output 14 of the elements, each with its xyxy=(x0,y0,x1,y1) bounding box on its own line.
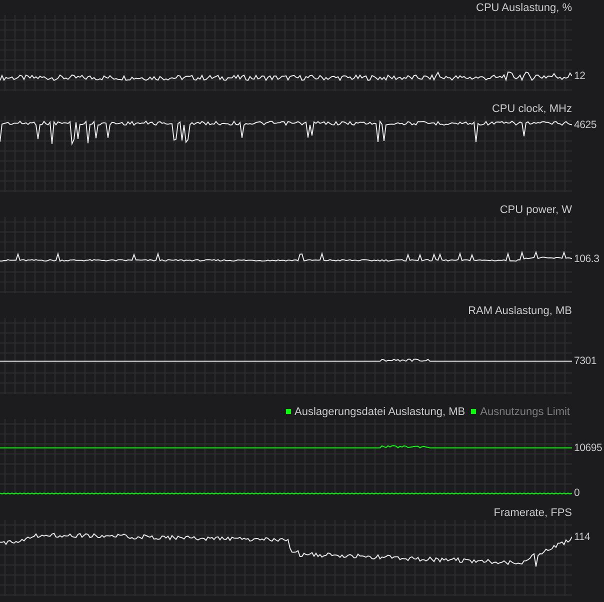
legend-label: Auslagerungsdatei Auslastung, MB xyxy=(294,406,466,418)
current-value: 4625 xyxy=(574,118,597,133)
legend-label: Ausnutzungs Limit xyxy=(480,406,570,418)
graph-title: Framerate, FPS xyxy=(494,506,572,518)
current-value: 7301 xyxy=(574,354,597,370)
current-value: 10695 xyxy=(574,440,602,456)
current-value: 106.3 xyxy=(574,252,600,267)
current-value: 0 xyxy=(574,486,580,502)
graph-title: CPU power, W xyxy=(500,204,572,216)
graph-title: CPU clock, MHz xyxy=(492,102,572,114)
current-value: 12 xyxy=(574,68,586,84)
graph-title: RAM Auslastung, MB xyxy=(468,304,572,316)
current-value: 114 xyxy=(574,530,590,545)
graph-title: CPU Auslastung, % xyxy=(476,2,572,14)
